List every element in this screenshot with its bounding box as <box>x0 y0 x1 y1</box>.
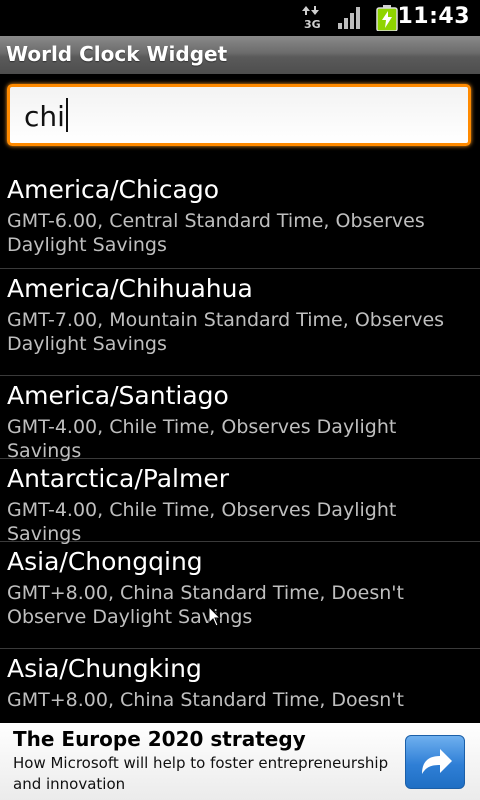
battery-charging-icon <box>376 5 398 31</box>
timezone-name: America/Chicago <box>7 175 220 204</box>
data-3g-icon: 3G <box>302 6 321 30</box>
timezone-description: GMT-4.00, Chile Time, Observes Daylight … <box>7 416 397 462</box>
timezone-description: GMT-4.00, Chile Time, Observes Daylight … <box>7 499 397 545</box>
list-item[interactable]: America/Santiago GMT-4.00, Chile Time, O… <box>0 376 480 462</box>
share-arrow-icon <box>422 749 452 774</box>
ad-banner[interactable]: The Europe 2020 strategy How Microsoft w… <box>0 723 480 800</box>
timezone-description: GMT+8.00, China Standard Time, Doesn't O… <box>7 582 404 628</box>
timezone-description: GMT+8.00, China Standard Time, Doesn't <box>7 689 404 711</box>
ad-subtitle: How Microsoft will help to foster entrep… <box>13 754 389 793</box>
list-item[interactable]: Asia/Chongqing GMT+8.00, China Standard … <box>0 542 480 649</box>
app-title: World Clock Widget <box>6 42 228 66</box>
timezone-name: America/Chihuahua <box>7 274 253 303</box>
title-bar: World Clock Widget <box>0 36 480 74</box>
timezone-description: GMT-6.00, Central Standard Time, Observe… <box>7 210 425 256</box>
search-input[interactable] <box>22 95 456 137</box>
timezone-description: GMT-7.00, Mountain Standard Time, Observ… <box>7 309 445 355</box>
mouse-pointer-icon <box>208 606 222 627</box>
svg-text:3G: 3G <box>304 18 321 30</box>
timezone-name: Asia/Chongqing <box>7 547 203 576</box>
signal-strength-icon <box>338 7 360 29</box>
timezone-name: Antarctica/Palmer <box>7 464 230 493</box>
timezone-list[interactable]: America/Chicago GMT-6.00, Central Standa… <box>0 170 480 723</box>
timezone-name: Asia/Chungking <box>7 654 202 683</box>
ad-action-button[interactable] <box>405 735 465 789</box>
status-bar: 3G 11:43 <box>0 0 480 36</box>
text-caret <box>66 98 68 132</box>
list-item[interactable]: Antarctica/Palmer GMT-4.00, Chile Time, … <box>0 459 480 545</box>
list-item[interactable]: America/Chihuahua GMT-7.00, Mountain Sta… <box>0 269 480 376</box>
ad-title: The Europe 2020 strategy <box>13 727 306 751</box>
search-box[interactable] <box>7 84 471 146</box>
timezone-name: America/Santiago <box>7 381 229 410</box>
status-time: 11:43 <box>397 4 470 29</box>
list-item[interactable]: America/Chicago GMT-6.00, Central Standa… <box>0 170 480 269</box>
list-item[interactable]: Asia/Chungking GMT+8.00, China Standard … <box>0 649 480 723</box>
